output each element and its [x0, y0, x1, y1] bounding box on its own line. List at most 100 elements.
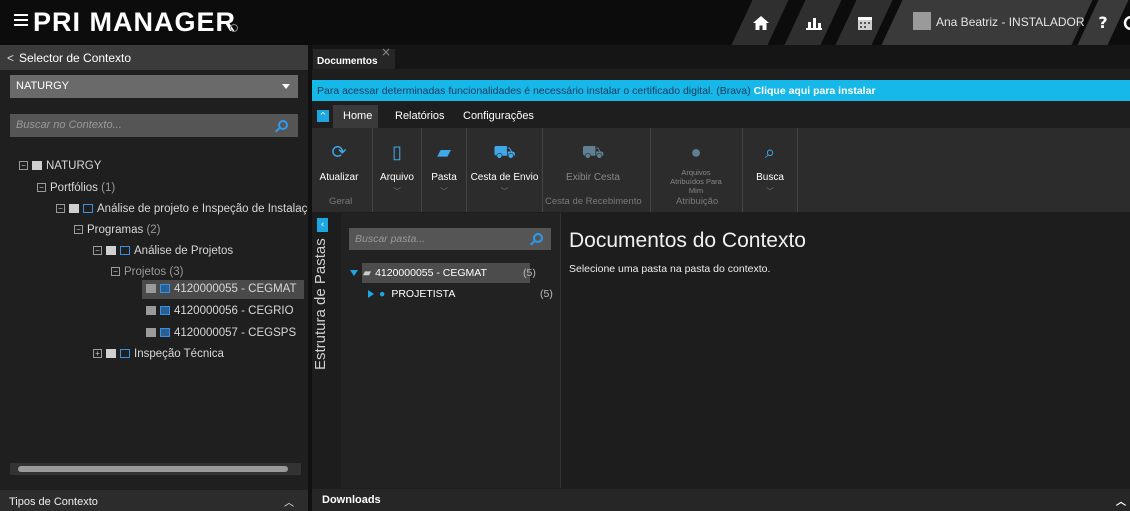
button-label: Atualizar	[319, 172, 359, 183]
collapse-icon[interactable]: −	[37, 183, 46, 193]
tree-node-project-item[interactable]: 4120000056 - CEGRIO	[146, 305, 294, 317]
document-tab-strip	[312, 45, 1130, 69]
search-icon[interactable]	[533, 233, 543, 243]
tree-node-label: Análise de projeto e Inspeção de Instala…	[97, 203, 314, 215]
file-icon: ▯	[392, 142, 402, 162]
chevron-down-icon: ﹀	[393, 187, 401, 196]
project-icon	[146, 306, 156, 316]
checkbox-icon[interactable]	[120, 349, 130, 359]
banner-text: Para acessar determinadas funcionalidade…	[317, 85, 751, 97]
folder-row-root[interactable]: ▰ 4120000055 - CEGMAT (5)	[350, 267, 536, 279]
tab-configuracoes[interactable]: Configurações	[463, 110, 534, 122]
settings-icon[interactable]	[1121, 0, 1130, 45]
search-button[interactable]: ⌕ Busca ﹀	[743, 128, 797, 212]
search-icon: ⌕	[764, 142, 776, 162]
ribbon-group-geral: Geral	[329, 196, 353, 207]
tree-node-count: (1)	[101, 182, 116, 194]
context-types-bar[interactable]: Tipos de Contexto ︿	[0, 490, 308, 511]
button-label: Arquivos Atribuídos Para Mim	[670, 168, 722, 195]
collapse-icon[interactable]: −	[74, 225, 83, 235]
tree-node-label: 4120000056 - CEGRIO	[174, 305, 294, 317]
file-button[interactable]: ▯ Arquivo ﹀	[373, 128, 421, 212]
tree-node-root[interactable]: − NATURGY	[19, 160, 101, 172]
tree-node-label: Projetos	[124, 266, 167, 278]
collapse-arrow-icon[interactable]	[350, 270, 358, 277]
chevron-up-icon[interactable]: ︿	[284, 494, 294, 509]
tree-node-portfolios[interactable]: − Portfólios (1)	[37, 182, 115, 194]
collapse-icon[interactable]: −	[111, 267, 120, 277]
context-search-placeholder: Buscar no Contexto...	[16, 119, 122, 131]
user-name[interactable]: Ana Beatriz - INSTALADOR	[936, 15, 1085, 29]
context-dropdown[interactable]: NATURGY	[10, 75, 298, 98]
button-label: Exibir Cesta	[566, 172, 620, 183]
collapse-icon[interactable]: −	[93, 246, 102, 256]
send-basket-button[interactable]: ⛟ Cesta de Envio ﹀	[467, 128, 542, 212]
install-link[interactable]: Clique aqui para instalar	[754, 85, 876, 97]
back-icon[interactable]: <	[7, 51, 14, 65]
button-label: Cesta de Envio	[470, 172, 539, 183]
folder-tree-panel	[341, 213, 561, 488]
button-label: Arquivo	[380, 172, 414, 183]
briefcase-icon	[69, 204, 79, 214]
ribbon-group-atribuicao: Atribuição	[676, 196, 719, 207]
context-search-input[interactable]: Buscar no Contexto...	[10, 114, 298, 137]
project-icon	[146, 284, 156, 294]
checkbox-icon[interactable]	[83, 204, 93, 214]
context-types-label: Tipos de Contexto	[9, 496, 98, 508]
folder-label: 4120000055 - CEGMAT	[375, 267, 487, 279]
tree-node-label: 4120000055 - CEGMAT	[174, 283, 297, 295]
help-icon[interactable]: ?	[1092, 0, 1114, 45]
cart-icon: ⛟	[581, 142, 605, 162]
scrollbar-thumb[interactable]	[18, 466, 288, 472]
folder-label: PROJETISTA	[391, 288, 456, 300]
folder-row-projetista[interactable]: ● PROJETISTA (5)	[368, 288, 553, 300]
expand-arrow-icon[interactable]	[368, 290, 374, 299]
app-logo: PRI MANAGER	[33, 7, 237, 37]
downloads-label: Downloads	[322, 494, 381, 506]
chevron-up-icon[interactable]: ︿	[1116, 493, 1126, 508]
ribbon-separator	[797, 128, 798, 212]
downloads-bar[interactable]: Downloads ︿	[312, 489, 1130, 511]
folder-icon: ▰	[363, 267, 372, 279]
calendar-icon[interactable]	[850, 0, 880, 45]
collapse-icon[interactable]: −	[56, 204, 65, 214]
tree-node-project-item[interactable]: 4120000055 - CEGMAT	[146, 283, 297, 295]
tree-node-programs[interactable]: − Programas (2)	[74, 224, 161, 236]
collapse-icon[interactable]: −	[19, 161, 28, 171]
search-icon[interactable]	[278, 120, 288, 130]
folder-search-input[interactable]: Buscar pasta...	[349, 228, 551, 250]
context-selector-title: Selector de Contexto	[19, 51, 132, 65]
page-title: Documentos do Contexto	[569, 229, 806, 252]
tab-home[interactable]: Home	[343, 110, 372, 122]
tree-node-project[interactable]: − Análise de projeto e Inspeção de Instal…	[56, 203, 314, 215]
chart-icon[interactable]	[799, 0, 829, 45]
tree-node-program-1[interactable]: − Análise de Projetos	[93, 245, 233, 257]
avatar[interactable]	[913, 12, 931, 30]
user-icon: ●	[690, 142, 702, 162]
checkbox-icon[interactable]	[160, 306, 170, 316]
tree-node-project-item[interactable]: 4120000057 - CEGSPS	[146, 327, 296, 339]
tree-node-label: NATURGY	[46, 160, 102, 172]
menu-icon[interactable]	[14, 14, 28, 28]
project-icon	[146, 328, 156, 338]
program-icon	[106, 349, 116, 359]
expand-icon[interactable]: +	[93, 349, 102, 359]
chevron-down-icon: ﹀	[766, 187, 774, 196]
tab-relatorios[interactable]: Relatórios	[395, 110, 445, 122]
tree-node-projects[interactable]: − Projetos (3)	[111, 266, 183, 278]
folder-button[interactable]: ▰ Pasta ﹀	[422, 128, 466, 212]
collapse-ribbon-icon[interactable]: ^	[317, 110, 329, 122]
folder-count: (5)	[540, 288, 553, 300]
home-icon[interactable]	[746, 0, 776, 45]
checkbox-icon[interactable]	[160, 328, 170, 338]
tree-node-label: Inspeção Técnica	[134, 348, 224, 360]
context-selector-header[interactable]: < Selector de Contexto	[0, 45, 308, 70]
refresh-icon: ⟳	[331, 142, 347, 162]
folder-count: (5)	[523, 267, 536, 279]
checkbox-icon[interactable]	[120, 246, 130, 256]
tree-node-program-2[interactable]: + Inspeção Técnica	[93, 348, 224, 360]
folder-structure-tab[interactable]: Estrutura de Pastas	[312, 230, 329, 370]
close-icon[interactable]: ×	[381, 45, 391, 59]
checkbox-icon[interactable]	[160, 284, 170, 294]
tree-node-label: Análise de Projetos	[134, 245, 234, 257]
